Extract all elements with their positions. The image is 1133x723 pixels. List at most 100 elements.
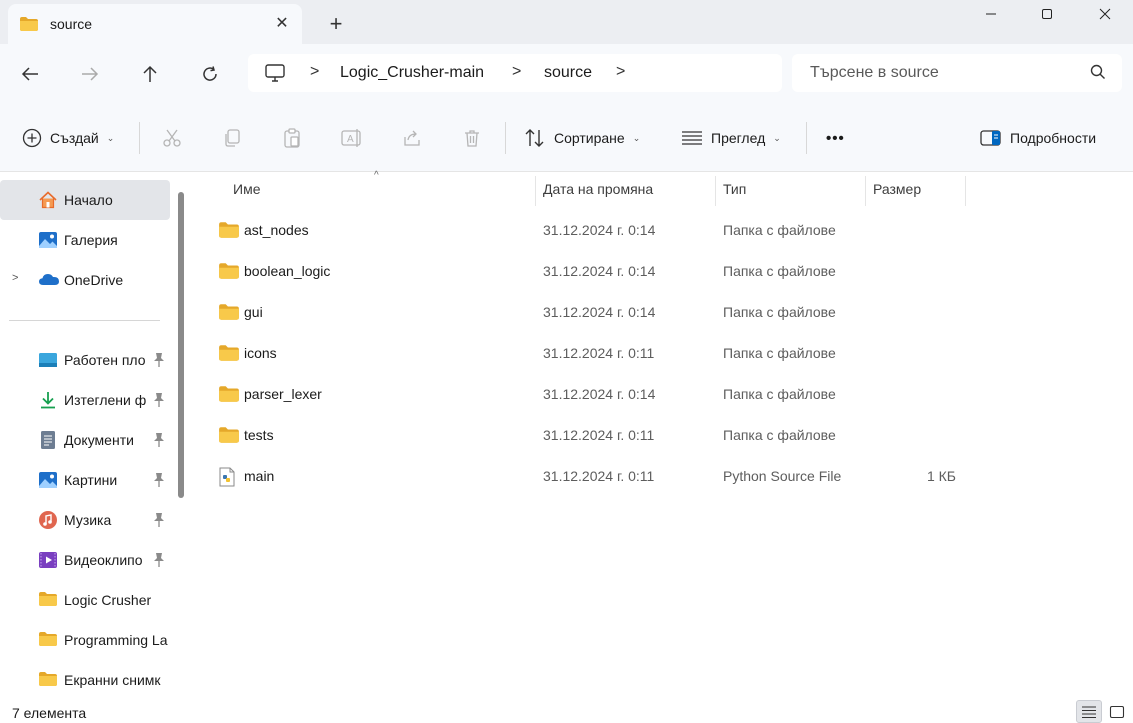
file-row-tests[interactable]: tests 31.12.2024 г. 0:11 Папка с файлове xyxy=(210,415,970,455)
address-bar[interactable]: > Logic_Crusher-main > source > xyxy=(248,54,782,92)
breadcrumb-item-logic-crusher-main[interactable]: Logic_Crusher-main xyxy=(340,64,484,82)
tab-source[interactable]: source ✕ xyxy=(8,4,302,44)
new-button[interactable]: Създай ⌄ xyxy=(22,124,114,152)
delete-button[interactable] xyxy=(460,126,484,150)
view-button[interactable]: Преглед ⌄ xyxy=(681,124,781,152)
home-icon xyxy=(38,190,58,210)
expand-chevron-icon[interactable]: > xyxy=(12,272,18,284)
large-icons-view-button[interactable] xyxy=(1104,700,1130,723)
column-header-date[interactable]: Дата на промяна xyxy=(543,172,653,206)
sidebar-item-screenshots[interactable]: Екранни снимк xyxy=(0,660,170,700)
file-row-icons[interactable]: icons 31.12.2024 г. 0:11 Папка с файлове xyxy=(210,333,970,373)
pin-icon[interactable] xyxy=(152,392,166,408)
more-options-button[interactable]: ••• xyxy=(826,124,845,152)
address-row: > Logic_Crusher-main > source > xyxy=(0,44,1133,104)
sidebar-item-gallery[interactable]: Галерия xyxy=(0,220,170,260)
tab-close-icon[interactable]: ✕ xyxy=(272,14,292,34)
paste-button[interactable] xyxy=(280,126,304,150)
pin-icon[interactable] xyxy=(152,352,166,368)
cut-button[interactable] xyxy=(160,126,184,150)
sort-button[interactable]: Сортиране ⌄ xyxy=(524,124,640,152)
chevron-down-icon: ⌄ xyxy=(632,132,641,143)
sidebar-item-logic-crusher[interactable]: Logic Crusher xyxy=(0,580,170,620)
file-row-main[interactable]: main 31.12.2024 г. 0:11 Python Source Fi… xyxy=(210,456,970,496)
column-divider[interactable] xyxy=(965,176,966,206)
sidebar-item-label: Изтеглени ф xyxy=(64,392,147,408)
up-button[interactable] xyxy=(134,58,166,90)
file-type: Папка с файлове xyxy=(723,345,836,361)
sidebar-item-label: OneDrive xyxy=(64,272,124,288)
file-name: ast_nodes xyxy=(244,222,309,238)
sidebar-item-pictures[interactable]: Картини xyxy=(0,460,170,500)
details-button-label: Подробности xyxy=(1010,130,1097,146)
more-icon: ••• xyxy=(826,129,845,147)
column-divider[interactable] xyxy=(865,176,866,206)
sidebar-item-label: Logic Crusher xyxy=(64,592,152,608)
minimize-button[interactable] xyxy=(966,0,1016,28)
item-count: 7 елемента xyxy=(12,705,87,721)
sidebar-item-downloads[interactable]: Изтеглени ф xyxy=(0,380,170,420)
column-divider[interactable] xyxy=(715,176,716,206)
sidebar-item-music[interactable]: Музика xyxy=(0,500,170,540)
details-view-button[interactable] xyxy=(1076,700,1102,723)
sidebar-item-label: Programming La xyxy=(64,632,168,648)
details-pane-icon xyxy=(980,130,1001,146)
toolbar-divider xyxy=(139,122,140,154)
folder-icon xyxy=(19,16,39,35)
details-pane-button[interactable]: Подробности xyxy=(980,124,1096,152)
pin-icon[interactable] xyxy=(152,472,166,488)
pin-icon[interactable] xyxy=(152,512,166,528)
breadcrumb-chevron-icon[interactable]: > xyxy=(616,63,625,81)
breadcrumb-chevron-icon[interactable]: > xyxy=(310,63,319,81)
column-divider[interactable] xyxy=(535,176,536,206)
back-button[interactable] xyxy=(14,58,46,90)
file-date: 31.12.2024 г. 0:11 xyxy=(543,345,655,361)
sidebar-item-documents[interactable]: Документи xyxy=(0,420,170,460)
music-icon xyxy=(38,510,58,530)
maximize-icon xyxy=(1042,9,1052,19)
search-icon[interactable] xyxy=(1090,64,1106,83)
pin-icon[interactable] xyxy=(152,432,166,448)
documents-icon xyxy=(38,430,58,450)
sidebar-item-label: Начало xyxy=(64,192,113,208)
file-row-ast-nodes[interactable]: ast_nodes 31.12.2024 г. 0:14 Папка с фай… xyxy=(210,210,970,250)
column-header-type[interactable]: Тип xyxy=(723,172,746,206)
chevron-down-icon: ⌄ xyxy=(773,132,781,143)
new-tab-button[interactable]: + xyxy=(324,12,348,36)
computer-icon[interactable] xyxy=(264,63,286,86)
file-type: Папка с файлове xyxy=(723,427,836,443)
maximize-button[interactable] xyxy=(1022,0,1072,28)
column-header-name[interactable]: Име xyxy=(233,172,260,206)
search-input[interactable] xyxy=(810,62,1080,84)
file-row-gui[interactable]: gui 31.12.2024 г. 0:14 Папка с файлове xyxy=(210,292,970,332)
navigation-pane: Начало Галерия > OneDrive Работен пло Из… xyxy=(0,172,188,700)
close-button[interactable] xyxy=(1080,0,1130,28)
file-type: Папка с файлове xyxy=(723,263,836,279)
copy-icon xyxy=(225,129,240,147)
pin-icon[interactable] xyxy=(152,552,166,568)
tiles-view-icon xyxy=(1109,705,1125,718)
refresh-button[interactable] xyxy=(194,58,226,90)
forward-button[interactable] xyxy=(74,58,106,90)
sidebar-item-home[interactable]: Начало xyxy=(0,180,170,220)
copy-button[interactable] xyxy=(220,126,244,150)
sidebar-item-programming-languages[interactable]: Programming La xyxy=(0,620,170,660)
share-icon xyxy=(404,130,420,146)
file-date: 31.12.2024 г. 0:14 xyxy=(543,263,656,279)
file-row-parser-lexer[interactable]: parser_lexer 31.12.2024 г. 0:14 Папка с … xyxy=(210,374,970,414)
sidebar-item-onedrive[interactable]: > OneDrive xyxy=(0,260,170,300)
file-date: 31.12.2024 г. 0:14 xyxy=(543,222,656,238)
sidebar-item-label: Документи xyxy=(64,432,134,448)
rename-button[interactable]: A xyxy=(340,126,364,150)
sidebar-item-desktop[interactable]: Работен пло xyxy=(0,340,170,380)
share-button[interactable] xyxy=(400,126,424,150)
folder-icon xyxy=(218,262,240,280)
sidebar-item-videos[interactable]: Видеоклипо xyxy=(0,540,170,580)
sidebar-scrollbar[interactable] xyxy=(178,192,184,498)
column-header-size[interactable]: Размер xyxy=(873,172,921,206)
search-box[interactable] xyxy=(792,54,1122,92)
breadcrumb-chevron-icon[interactable]: > xyxy=(512,63,521,81)
breadcrumb-item-source[interactable]: source xyxy=(544,64,592,82)
file-row-boolean-logic[interactable]: boolean_logic 31.12.2024 г. 0:14 Папка с… xyxy=(210,251,970,291)
file-type: Папка с файлове xyxy=(723,386,836,402)
